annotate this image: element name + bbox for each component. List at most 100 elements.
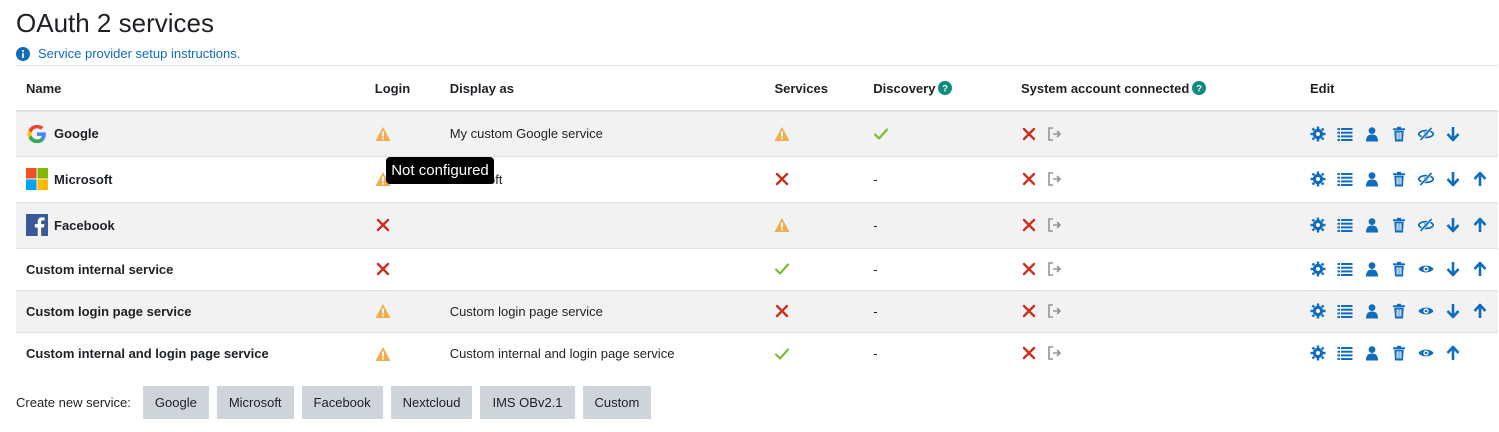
list-icon[interactable] xyxy=(1337,261,1353,277)
create-custom-button[interactable]: Custom xyxy=(582,386,652,419)
system-account-status xyxy=(1021,171,1290,187)
cell-display-as: Custom internal and login page service xyxy=(439,331,765,374)
eye-slash-icon[interactable] xyxy=(1417,217,1434,233)
svg-text:?: ? xyxy=(1196,83,1202,94)
cross-icon xyxy=(1021,171,1037,187)
cell-edit xyxy=(1299,289,1498,332)
eye-slash-icon[interactable] xyxy=(1417,126,1434,142)
create-facebook-button[interactable]: Facebook xyxy=(301,386,383,419)
system-account-status xyxy=(1021,345,1290,361)
col-header-services: Services xyxy=(764,65,864,112)
svg-text:?: ? xyxy=(943,83,949,94)
trash-icon[interactable] xyxy=(1391,261,1407,277)
user-icon[interactable] xyxy=(1364,171,1380,187)
check-icon xyxy=(774,261,790,277)
sign-in-icon[interactable] xyxy=(1047,217,1063,233)
discovery-value: - xyxy=(873,217,878,233)
warning-icon xyxy=(774,217,790,233)
cell-display-as xyxy=(439,247,765,290)
arrow-down-icon[interactable] xyxy=(1445,303,1461,319)
create-imsobv21-button[interactable]: IMS OBv2.1 xyxy=(480,386,575,419)
cell-system-account xyxy=(1010,110,1300,156)
arrow-up-icon[interactable] xyxy=(1472,217,1488,233)
user-icon[interactable] xyxy=(1364,261,1380,277)
col-header-system-account: System account connected? xyxy=(1010,65,1300,112)
col-header-discovery: Discovery? xyxy=(863,65,1011,112)
create-nextcloud-button[interactable]: Nextcloud xyxy=(390,386,473,419)
cell-login xyxy=(364,201,440,248)
user-icon[interactable] xyxy=(1364,345,1380,361)
sign-in-icon[interactable] xyxy=(1047,261,1063,277)
list-icon[interactable] xyxy=(1337,345,1353,361)
service-name-label: Facebook xyxy=(54,217,115,233)
service-name: Microsoft xyxy=(26,168,355,190)
cell-system-account xyxy=(1010,289,1300,332)
col-header-login: Login xyxy=(364,65,440,112)
user-icon[interactable] xyxy=(1364,303,1380,319)
sign-in-icon[interactable] xyxy=(1047,303,1063,319)
list-icon[interactable] xyxy=(1337,303,1353,319)
trash-icon[interactable] xyxy=(1391,345,1407,361)
setup-instructions-link[interactable]: Service provider setup instructions. xyxy=(38,46,240,61)
create-microsoft-button[interactable]: Microsoft xyxy=(216,386,294,419)
discovery-value: - xyxy=(873,345,878,361)
arrow-down-icon[interactable] xyxy=(1445,217,1461,233)
trash-icon[interactable] xyxy=(1391,126,1407,142)
col-header-name: Name xyxy=(16,65,365,112)
arrow-up-icon[interactable] xyxy=(1445,345,1461,361)
create-google-button[interactable]: Google xyxy=(142,386,209,419)
eye-icon[interactable] xyxy=(1418,345,1434,361)
gear-icon[interactable] xyxy=(1310,303,1326,319)
user-icon[interactable] xyxy=(1364,126,1380,142)
system-account-status xyxy=(1021,303,1290,319)
warning-icon xyxy=(375,346,391,362)
table-row: Custom login page service Custom login pa… xyxy=(16,289,1498,332)
edit-actions xyxy=(1310,217,1488,233)
google-logo-icon xyxy=(26,123,48,145)
cell-system-account xyxy=(1010,155,1300,202)
services-table: Name Login Display as Services Discovery… xyxy=(16,65,1498,374)
table-row: Google My custom Google service xyxy=(16,110,1498,156)
cell-system-account xyxy=(1010,331,1300,374)
gear-icon[interactable] xyxy=(1310,217,1326,233)
cell-display-as xyxy=(439,201,765,248)
cell-login xyxy=(364,110,440,156)
arrow-up-icon[interactable] xyxy=(1472,171,1488,187)
gear-icon[interactable] xyxy=(1310,171,1326,187)
eye-slash-icon[interactable] xyxy=(1417,171,1434,187)
sign-in-icon[interactable] xyxy=(1047,171,1063,187)
cell-display-as: My custom Google service xyxy=(439,110,765,156)
trash-icon[interactable] xyxy=(1391,217,1407,233)
list-icon[interactable] xyxy=(1337,217,1353,233)
warning-icon xyxy=(375,303,391,319)
eye-icon[interactable] xyxy=(1418,303,1434,319)
gear-icon[interactable] xyxy=(1310,345,1326,361)
cross-icon xyxy=(1021,126,1037,142)
cell-display-as: Custom login page service xyxy=(439,289,765,332)
sign-in-icon[interactable] xyxy=(1047,126,1063,142)
arrow-down-icon[interactable] xyxy=(1445,261,1461,277)
warning-icon xyxy=(375,126,391,142)
gear-icon[interactable] xyxy=(1310,126,1326,142)
user-icon[interactable] xyxy=(1364,217,1380,233)
info-icon xyxy=(16,46,30,61)
trash-icon[interactable] xyxy=(1391,171,1407,187)
list-icon[interactable] xyxy=(1337,171,1353,187)
cell-edit xyxy=(1299,201,1498,248)
col-header-display-as: Display as xyxy=(439,65,765,112)
discovery-value: - xyxy=(873,171,878,187)
service-name: Custom login page service xyxy=(26,304,355,319)
list-icon[interactable] xyxy=(1337,126,1353,142)
arrow-down-icon[interactable] xyxy=(1445,171,1461,187)
trash-icon[interactable] xyxy=(1391,303,1407,319)
cell-edit xyxy=(1299,247,1498,290)
eye-icon[interactable] xyxy=(1418,261,1434,277)
help-icon[interactable]: ? xyxy=(1192,80,1207,95)
arrow-down-icon[interactable] xyxy=(1445,126,1461,142)
gear-icon[interactable] xyxy=(1310,261,1326,277)
sign-in-icon[interactable] xyxy=(1047,345,1063,361)
cell-name: Custom login page service xyxy=(16,289,365,332)
arrow-up-icon[interactable] xyxy=(1472,303,1488,319)
arrow-up-icon[interactable] xyxy=(1472,261,1488,277)
help-icon[interactable]: ? xyxy=(938,80,953,95)
